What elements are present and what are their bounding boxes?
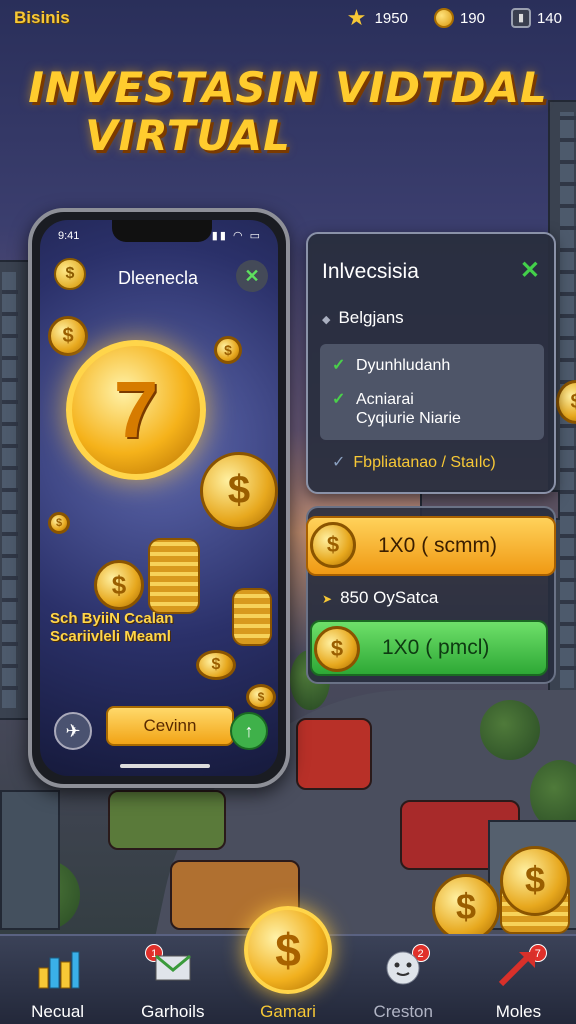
box-icon: ▮ (510, 8, 531, 28)
coins-stat[interactable]: 190 (433, 8, 485, 28)
nav-label: Garhoils (141, 1002, 205, 1021)
invest-small-button[interactable]: $ 1X0 ( scmm) (306, 516, 556, 576)
panel-title: Inlvecsisia (322, 260, 419, 283)
coin-icon: $ (196, 650, 236, 680)
title-line-2: VIRTUAL (85, 111, 291, 160)
coin-stack-icon (148, 538, 200, 614)
option-label: Dyunhludanh (356, 357, 451, 374)
phone-screen: 9:41 ▮▮ ◠ ▭ $ Dleenecla ✕ $ $ 7 $ $ $ $ … (40, 220, 278, 776)
coins-value: 190 (459, 9, 485, 27)
coin-icon: $ (48, 316, 88, 356)
invest-full-label: 1X0 ( pmcl) (382, 636, 490, 659)
play-coin-button[interactable]: $ (244, 906, 332, 994)
option-label: Acniarai Cyqiurie Niarie (356, 390, 461, 428)
nav-label: Necual (31, 1002, 85, 1021)
nav-item-moles[interactable]: 7 Moles (461, 936, 576, 1024)
panel-subtitle: ◆ Belgjans (322, 308, 404, 328)
promo-line-2: Scariivleli Meaml (50, 628, 171, 645)
mascot-icon (378, 944, 428, 994)
nav-label: Creston (373, 1002, 433, 1021)
brand-name: Bisinis (14, 8, 70, 27)
nav-label: Gamari (260, 1002, 316, 1021)
red-truck (296, 718, 372, 790)
stars-value: 1950 (374, 9, 408, 27)
coin-icon: $ (48, 512, 70, 534)
close-icon[interactable]: ✕ (236, 260, 268, 292)
panel-footer-text: Fbpliatanao / Staılc) (353, 454, 496, 471)
coin-icon: $ (200, 452, 278, 530)
check-icon: ✓ (332, 391, 346, 408)
panel-footer[interactable]: ✓ Fbpliatanao / Staılc) (332, 452, 496, 472)
top-bar: Bisinis ★ 1950 190 ▮ 140 (0, 0, 576, 36)
coin-icon: $ (432, 874, 500, 942)
coin-icon: $ (310, 522, 356, 568)
resource-stats: ★ 1950 190 ▮ 140 (347, 7, 562, 29)
promo-text: Sch ByiiN Ccalan Scariivleli Meaml (50, 610, 173, 646)
mail-icon (148, 944, 198, 994)
stars-stat[interactable]: ★ 1950 (347, 7, 408, 29)
panel-options-box: ✓ Dyunhludanh ✓ Acniarai Cyqiurie Niarie (320, 344, 544, 440)
box-stat[interactable]: ▮ 140 (510, 8, 562, 28)
star-icon: ★ (346, 5, 367, 30)
coin-icon: $ (214, 336, 242, 364)
coin-icon: $ (314, 626, 360, 672)
option-label-line-2: Cyqiurie Niarie (356, 410, 461, 427)
promo-line-1: Sch ByiiN Ccalan (50, 610, 174, 627)
phone-action-button[interactable]: Cevinn (106, 706, 234, 746)
option-item[interactable]: ✓ Dyunhludanh (332, 356, 450, 375)
green-truck (108, 790, 226, 850)
plane-icon[interactable]: ✈ (54, 712, 92, 750)
check-icon: ✓ (332, 357, 346, 374)
option-label-line-1: Acniarai (356, 391, 414, 408)
lucky-seven-badge: 7 (66, 340, 206, 480)
game-title: INVESTASIN VIDTDAL VIRTUAL (0, 64, 576, 160)
coin-icon[interactable]: $ (54, 258, 86, 290)
nav-item-necual[interactable]: Necual (0, 936, 115, 1024)
tree (480, 700, 540, 760)
coin-stack-icon (232, 588, 272, 646)
coin-icon (433, 8, 454, 28)
invest-full-button[interactable]: $ 1X0 ( pmcl) (310, 620, 548, 676)
arrow-icon: ➤ (322, 592, 333, 606)
option-item[interactable]: ✓ Acniarai Cyqiurie Niarie (332, 390, 461, 428)
coin-icon: $ (246, 684, 276, 710)
status-time: 9:41 (58, 230, 80, 242)
building (0, 260, 30, 720)
info-line: ➤ 850 OySatca (322, 588, 438, 608)
bar-chart-icon (33, 944, 83, 994)
coin-icon: $ (500, 846, 570, 916)
nav-label: Moles (495, 1002, 542, 1021)
invest-small-label: 1X0 ( scmm) (378, 534, 498, 557)
check-icon: ✓ (332, 454, 346, 471)
phone-mockup: 9:41 ▮▮ ◠ ▭ $ Dleenecla ✕ $ $ 7 $ $ $ $ … (28, 208, 290, 788)
nav-item-creston[interactable]: 2 Creston (346, 936, 461, 1024)
box-value: 140 (536, 9, 562, 27)
home-indicator (120, 764, 210, 768)
bullet-icon: ◆ (322, 314, 331, 326)
panel-subtitle-text: Belgjans (338, 308, 404, 327)
investment-panel: Inlvecsisia ✕ ◆ Belgjans ✓ Dyunhludanh ✓ Ac… (306, 232, 556, 494)
rooftop (0, 790, 60, 930)
close-icon[interactable]: ✕ (520, 256, 540, 285)
coin-icon: $ (94, 560, 144, 610)
title-line-1: INVESTASIN VIDTDAL (28, 63, 548, 112)
trend-arrow-icon (493, 944, 543, 994)
info-text: 850 OySatca (340, 588, 439, 607)
nav-item-garhoils[interactable]: 1 Garhoils (115, 936, 230, 1024)
app-title: Dleenecla (118, 268, 199, 288)
phone-notch (112, 220, 212, 242)
upgrade-arrow-icon[interactable]: ↑ (230, 712, 268, 750)
status-icons: ▮▮ ◠ ▭ (211, 230, 262, 242)
